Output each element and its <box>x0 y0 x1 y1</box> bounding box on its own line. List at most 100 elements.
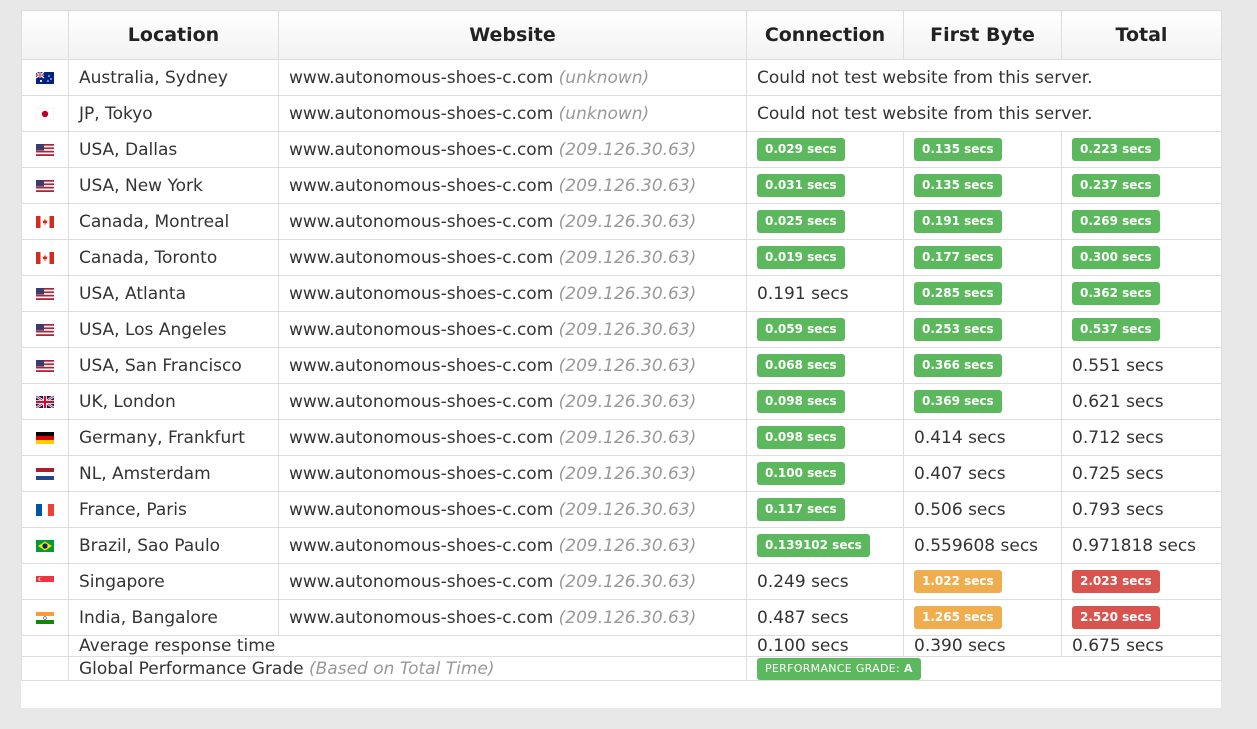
performance-grade-badge: PERFORMANCE GRADE: A <box>757 658 921 680</box>
time-badge: 0.300 secs <box>1072 246 1160 269</box>
location-cell: USA, San Francisco <box>68 347 279 384</box>
website-url[interactable]: www.autonomous-shoes-c.com <box>289 140 553 160</box>
time-badge: 1.022 secs <box>914 570 1002 593</box>
location-cell: JP, Tokyo <box>68 95 279 132</box>
website-url[interactable]: www.autonomous-shoes-c.com <box>289 104 553 124</box>
total-cell: 0.269 secs <box>1061 203 1222 240</box>
location-cell: Canada, Toronto <box>68 239 279 276</box>
flag-cell <box>21 95 69 132</box>
website-cell: www.autonomous-shoes-c.com (209.126.30.6… <box>278 131 747 168</box>
time-badge: 0.139102 secs <box>757 534 870 557</box>
website-url[interactable]: www.autonomous-shoes-c.com <box>289 572 553 592</box>
error-message-cell: Could not test website from this server. <box>746 59 1222 96</box>
total-cell: 0.537 secs <box>1061 311 1222 348</box>
total-cell: 2.520 secs <box>1061 599 1222 636</box>
website-ip: (209.126.30.63) <box>558 211 697 232</box>
flag-cell <box>21 275 69 312</box>
website-url[interactable]: www.autonomous-shoes-c.com <box>289 176 553 196</box>
time-badge: 0.098 secs <box>757 426 845 449</box>
connection-cell: 0.139102 secs <box>746 527 904 564</box>
results-panel: Location Website Connection First Byte T… <box>21 10 1222 708</box>
website-url[interactable]: www.autonomous-shoes-c.com <box>289 68 553 88</box>
first-byte-cell: 0.177 secs <box>903 239 1062 276</box>
grade-row: Global Performance Grade (Based on Total… <box>21 656 1222 681</box>
website-url[interactable]: www.autonomous-shoes-c.com <box>289 392 553 412</box>
website-cell: www.autonomous-shoes-c.com (209.126.30.6… <box>278 527 747 564</box>
website-cell: www.autonomous-shoes-c.com (209.126.30.6… <box>278 599 747 636</box>
header-total[interactable]: Total <box>1061 10 1222 60</box>
website-ip: (209.126.30.63) <box>558 427 697 448</box>
connection-cell: 0.031 secs <box>746 167 904 204</box>
website-url[interactable]: www.autonomous-shoes-c.com <box>289 464 553 484</box>
flag-cell <box>21 491 69 528</box>
flag-cell <box>21 455 69 492</box>
first-byte-cell: 1.022 secs <box>903 563 1062 600</box>
website-cell: www.autonomous-shoes-c.com (unknown) <box>278 59 747 96</box>
time-badge: 0.362 secs <box>1072 282 1160 305</box>
average-flag-cell <box>21 635 69 657</box>
website-url[interactable]: www.autonomous-shoes-c.com <box>289 320 553 340</box>
connection-cell: 0.100 secs <box>746 455 904 492</box>
total-cell: 0.237 secs <box>1061 167 1222 204</box>
flag-cell <box>21 239 69 276</box>
flag-cell <box>21 311 69 348</box>
location-cell: USA, Dallas <box>68 131 279 168</box>
time-badge: 0.135 secs <box>914 138 1002 161</box>
website-ip: (unknown) <box>558 103 650 124</box>
website-url[interactable]: www.autonomous-shoes-c.com <box>289 356 553 376</box>
location-cell: Singapore <box>68 563 279 600</box>
website-url[interactable]: www.autonomous-shoes-c.com <box>289 428 553 448</box>
website-cell: www.autonomous-shoes-c.com (209.126.30.6… <box>278 167 747 204</box>
grade-note: (Based on Total Time) <box>309 658 495 679</box>
table-row: Brazil, Sao Paulo www.autonomous-shoes-c.… <box>21 527 1222 564</box>
table-header-row: Location Website Connection First Byte T… <box>21 10 1222 60</box>
table-row: UK, London www.autonomous-shoes-c.com (20… <box>21 383 1222 420</box>
website-url[interactable]: www.autonomous-shoes-c.com <box>289 248 553 268</box>
first-byte-cell: 0.285 secs <box>903 275 1062 312</box>
website-url[interactable]: www.autonomous-shoes-c.com <box>289 608 553 628</box>
connection-cell: 0.059 secs <box>746 311 904 348</box>
website-url[interactable]: www.autonomous-shoes-c.com <box>289 284 553 304</box>
website-cell: www.autonomous-shoes-c.com (209.126.30.6… <box>278 419 747 456</box>
website-cell: www.autonomous-shoes-c.com (209.126.30.6… <box>278 383 747 420</box>
first-byte-cell: 1.265 secs <box>903 599 1062 636</box>
us-flag-icon <box>36 323 54 336</box>
website-url[interactable]: www.autonomous-shoes-c.com <box>289 212 553 232</box>
us-flag-icon <box>36 287 54 300</box>
table-body: Australia, Sydney www.autonomous-shoes-c.… <box>21 59 1222 636</box>
header-location[interactable]: Location <box>68 10 279 60</box>
connection-cell: 0.025 secs <box>746 203 904 240</box>
website-url[interactable]: www.autonomous-shoes-c.com <box>289 500 553 520</box>
table-row: USA, Atlanta www.autonomous-shoes-c.com (… <box>21 275 1222 312</box>
time-badge: 0.223 secs <box>1072 138 1160 161</box>
flag-cell <box>21 563 69 600</box>
time-badge: 0.059 secs <box>757 318 845 341</box>
time-badge: 0.253 secs <box>914 318 1002 341</box>
time-badge: 0.135 secs <box>914 174 1002 197</box>
website-ip: (209.126.30.63) <box>558 355 697 376</box>
de-flag-icon <box>36 431 54 444</box>
website-ip: (209.126.30.63) <box>558 319 697 340</box>
connection-cell: 0.487 secs <box>746 599 904 636</box>
first-byte-cell: 0.369 secs <box>903 383 1062 420</box>
connection-cell: 0.191 secs <box>746 275 904 312</box>
total-cell: 2.023 secs <box>1061 563 1222 600</box>
table-row: Singapore www.autonomous-shoes-c.com (209… <box>21 563 1222 600</box>
time-badge: 0.177 secs <box>914 246 1002 269</box>
flag-cell <box>21 203 69 240</box>
flag-cell <box>21 599 69 636</box>
first-byte-cell: 0.414 secs <box>903 419 1062 456</box>
header-first-byte[interactable]: First Byte <box>903 10 1062 60</box>
average-label: Average response time <box>68 635 747 657</box>
time-badge: 0.191 secs <box>914 210 1002 233</box>
total-cell: 0.223 secs <box>1061 131 1222 168</box>
first-byte-cell: 0.506 secs <box>903 491 1062 528</box>
header-website[interactable]: Website <box>278 10 747 60</box>
first-byte-cell: 0.135 secs <box>903 167 1062 204</box>
website-url[interactable]: www.autonomous-shoes-c.com <box>289 536 553 556</box>
header-connection[interactable]: Connection <box>746 10 904 60</box>
total-cell: 0.971818 secs <box>1061 527 1222 564</box>
table-row: JP, Tokyo www.autonomous-shoes-c.com (unk… <box>21 95 1222 132</box>
website-ip: (209.126.30.63) <box>558 571 697 592</box>
time-badge: 1.265 secs <box>914 606 1002 629</box>
